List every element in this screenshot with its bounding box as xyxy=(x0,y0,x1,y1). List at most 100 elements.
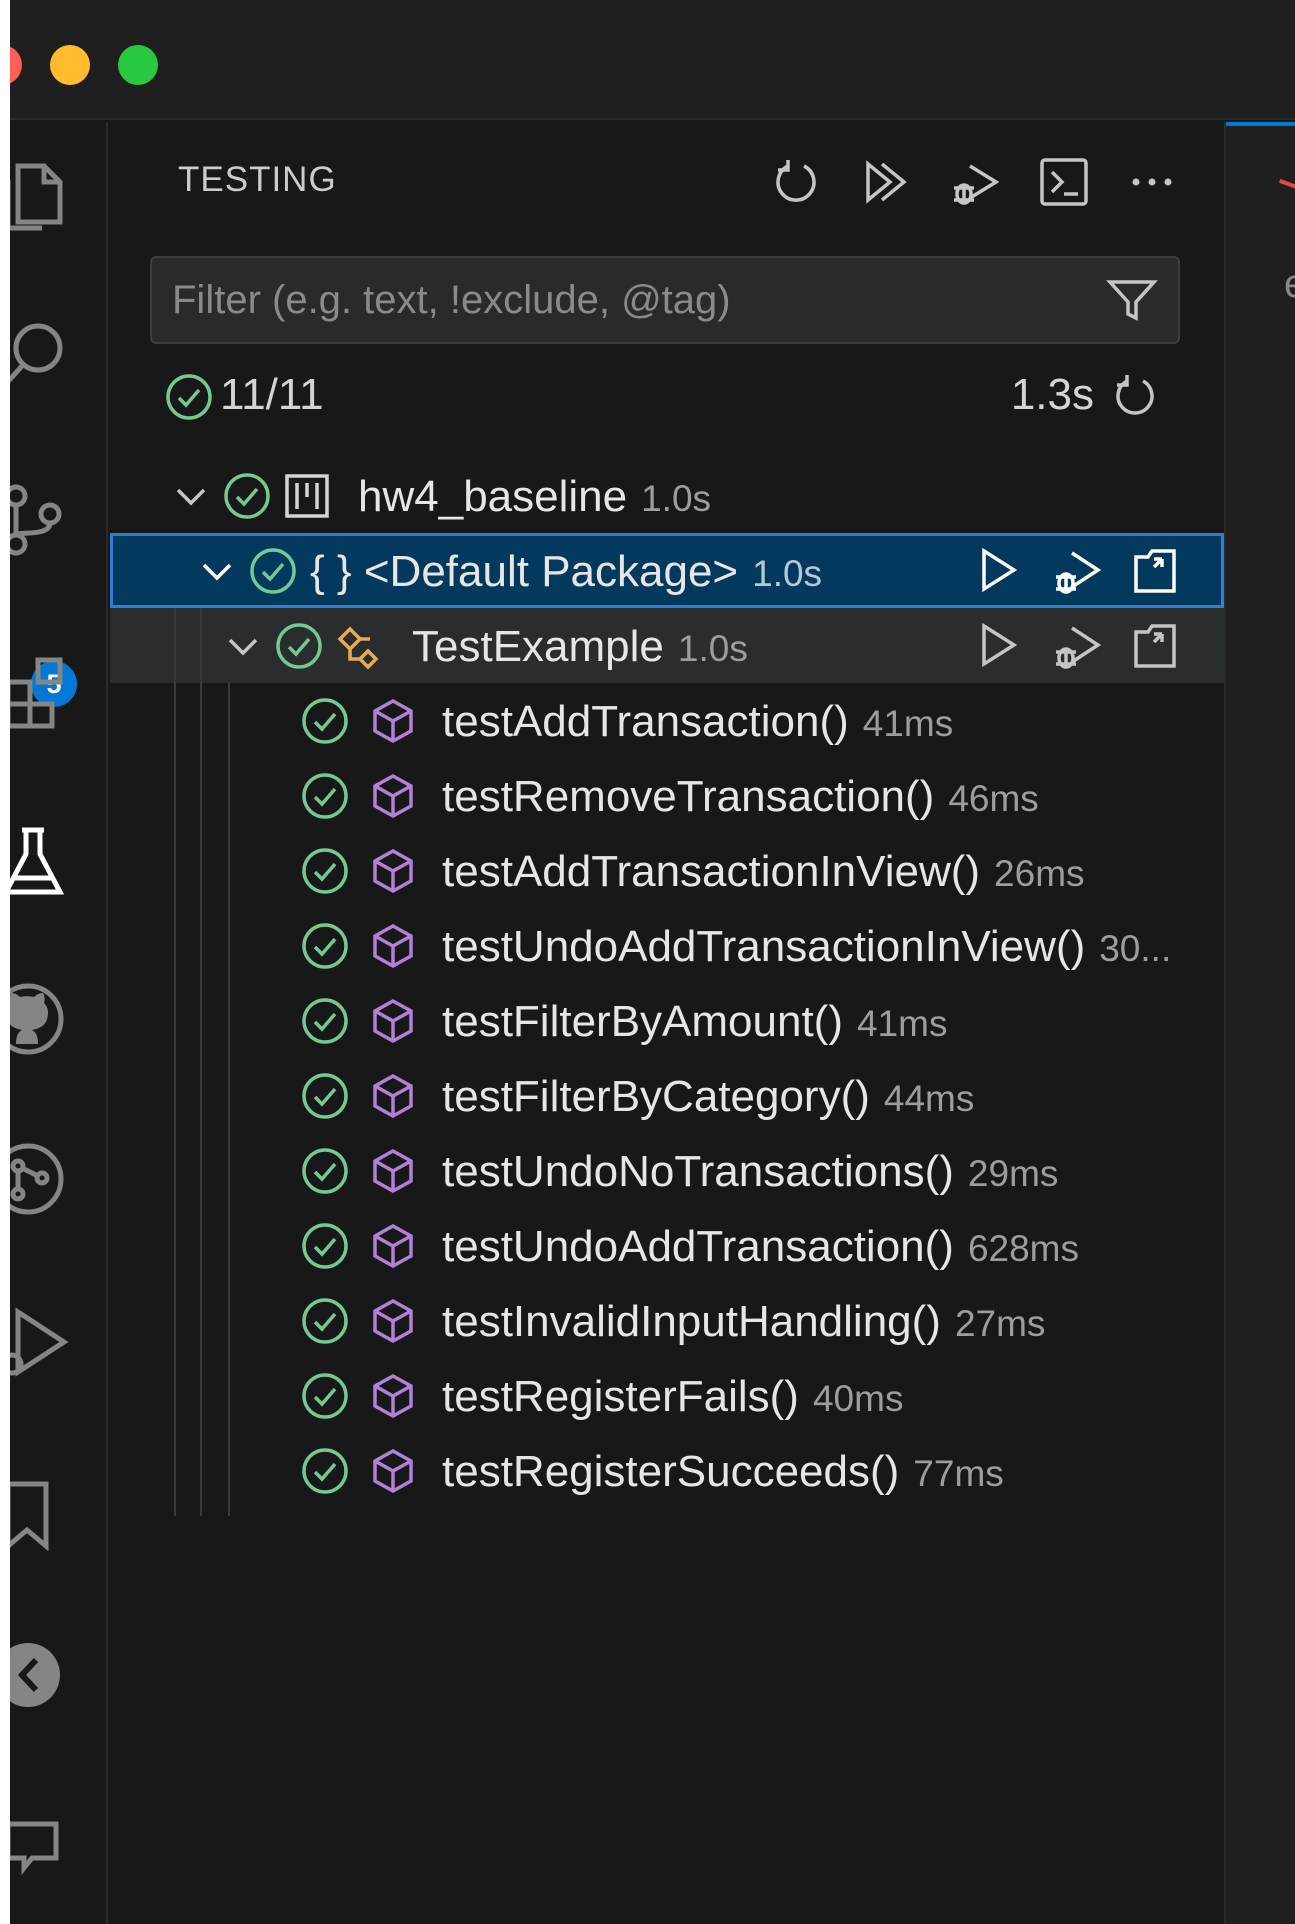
refresh-icon[interactable] xyxy=(766,152,826,212)
method-icon xyxy=(368,771,418,821)
method-icon xyxy=(368,1446,418,1496)
chevron-down-icon[interactable] xyxy=(218,621,268,671)
method-icon xyxy=(368,696,418,746)
go-to-test-icon[interactable] xyxy=(1128,618,1182,672)
more-icon[interactable] xyxy=(1122,152,1182,212)
passed-icon xyxy=(300,921,350,971)
test-summary: 11/11 1.3s xyxy=(150,362,1180,432)
project-duration: 1.0s xyxy=(641,478,712,519)
package-duration: 1.0s xyxy=(752,553,823,594)
go-to-test-icon[interactable] xyxy=(1128,543,1182,597)
source-control-icon[interactable] xyxy=(10,474,78,564)
package-brace-icon: { } xyxy=(310,547,352,596)
method-icon xyxy=(368,1371,418,1421)
passed-icon xyxy=(248,546,298,596)
tree-item-test[interactable]: testAddTransaction() 41ms xyxy=(110,683,1224,758)
project-icon xyxy=(282,471,332,521)
passed-icon xyxy=(300,1071,350,1121)
files-icon[interactable] xyxy=(10,152,78,242)
run-all-icon[interactable] xyxy=(856,152,916,212)
tree-item-test[interactable]: testUndoAddTransactionInView() 30... xyxy=(110,908,1224,983)
test-duration: 628ms xyxy=(967,1228,1080,1269)
zoom-window-button[interactable] xyxy=(118,45,158,85)
extensions-icon[interactable] xyxy=(10,642,78,732)
search-icon[interactable] xyxy=(10,310,78,400)
passed-icon xyxy=(222,471,272,521)
activity-bar: 5 xyxy=(10,122,108,1924)
test-name: testUndoAddTransactionInView() xyxy=(442,922,1086,971)
debug-test-icon[interactable] xyxy=(1050,543,1104,597)
debug-all-icon[interactable] xyxy=(944,152,1004,212)
tree-item-test[interactable]: testRegisterFails() 40ms xyxy=(110,1358,1224,1433)
package-name: <Default Package> xyxy=(363,547,739,596)
github-icon[interactable] xyxy=(10,974,78,1064)
tree-item-package[interactable]: { } <Default Package> 1.0s xyxy=(110,533,1224,608)
test-duration: 27ms xyxy=(954,1303,1046,1344)
test-name: testFilterByAmount() xyxy=(442,997,843,1046)
test-duration: 41ms xyxy=(856,1003,948,1044)
test-name: testRegisterFails() xyxy=(442,1372,799,1421)
method-icon xyxy=(368,1146,418,1196)
test-duration: 29ms xyxy=(967,1153,1059,1194)
test-name: testAddTransactionInView() xyxy=(442,847,981,896)
terminal-icon[interactable] xyxy=(1034,152,1094,212)
passed-icon xyxy=(300,846,350,896)
test-duration: 30... xyxy=(1099,928,1172,969)
bookmark-icon[interactable] xyxy=(10,1470,78,1560)
project-name: hw4_baseline xyxy=(358,472,628,521)
rerun-icon[interactable] xyxy=(1110,372,1160,422)
filter-box xyxy=(150,256,1180,344)
run-debug-icon[interactable] xyxy=(10,1298,78,1388)
test-name: testUndoAddTransaction() xyxy=(442,1222,954,1271)
editor-area: e xyxy=(1224,122,1295,1924)
method-icon xyxy=(368,1071,418,1121)
passed-icon xyxy=(300,1146,350,1196)
test-duration: 26ms xyxy=(994,853,1085,894)
testing-icon[interactable] xyxy=(10,816,78,906)
run-test-icon[interactable] xyxy=(972,543,1026,597)
passed-icon xyxy=(300,1221,350,1271)
title-bar xyxy=(10,0,1295,120)
panel-title: TESTING xyxy=(178,160,337,199)
tree-item-test[interactable]: testUndoNoTransactions() 29ms xyxy=(110,1133,1224,1208)
test-duration: 46ms xyxy=(948,778,1039,819)
chevron-down-icon[interactable] xyxy=(166,471,216,521)
test-name: testRegisterSucceeds() xyxy=(442,1447,900,1496)
tree-item-project[interactable]: hw4_baseline 1.0s xyxy=(110,458,1224,533)
test-duration: 40ms xyxy=(812,1378,904,1419)
filter-icon[interactable] xyxy=(1104,272,1160,328)
tree-item-test[interactable]: testInvalidInputHandling() 27ms xyxy=(110,1283,1224,1358)
test-duration: 77ms xyxy=(913,1453,1004,1494)
tree-item-test[interactable]: testRegisterSucceeds() 77ms xyxy=(110,1433,1224,1508)
tree-item-test[interactable]: testFilterByAmount() 41ms xyxy=(110,983,1224,1058)
test-name: testAddTransaction() xyxy=(442,697,849,746)
test-name: testUndoNoTransactions() xyxy=(442,1147,954,1196)
run-test-icon[interactable] xyxy=(972,618,1026,672)
active-tab-indicator xyxy=(1226,122,1295,126)
class-duration: 1.0s xyxy=(677,628,748,669)
method-icon xyxy=(368,1296,418,1346)
test-name: testFilterByCategory() xyxy=(442,1072,870,1121)
debug-test-icon[interactable] xyxy=(1050,618,1104,672)
close-window-button[interactable] xyxy=(10,45,22,85)
passed-icon xyxy=(274,621,324,671)
test-duration: 41ms xyxy=(862,703,954,744)
tree-item-test[interactable]: testRemoveTransaction() 46ms xyxy=(110,758,1224,833)
remote-explorer-icon[interactable] xyxy=(10,1630,78,1720)
filter-input[interactable] xyxy=(172,258,1072,342)
git-graph-icon[interactable] xyxy=(10,1134,78,1224)
passed-icon xyxy=(300,1446,350,1496)
minimize-window-button[interactable] xyxy=(50,45,90,85)
method-icon xyxy=(368,1221,418,1271)
method-icon xyxy=(368,846,418,896)
tree-item-test[interactable]: testAddTransactionInView() 26ms xyxy=(110,833,1224,908)
passed-icon xyxy=(300,1371,350,1421)
tree-item-test[interactable]: testFilterByCategory() 44ms xyxy=(110,1058,1224,1133)
tree-item-class[interactable]: TestExample 1.0s xyxy=(110,608,1224,683)
chevron-down-icon[interactable] xyxy=(192,546,242,596)
tree-item-test[interactable]: testUndoAddTransaction() 628ms xyxy=(110,1208,1224,1283)
chat-icon[interactable] xyxy=(10,1804,78,1894)
method-icon xyxy=(368,996,418,1046)
test-name: testRemoveTransaction() xyxy=(442,772,935,821)
method-icon xyxy=(368,921,418,971)
